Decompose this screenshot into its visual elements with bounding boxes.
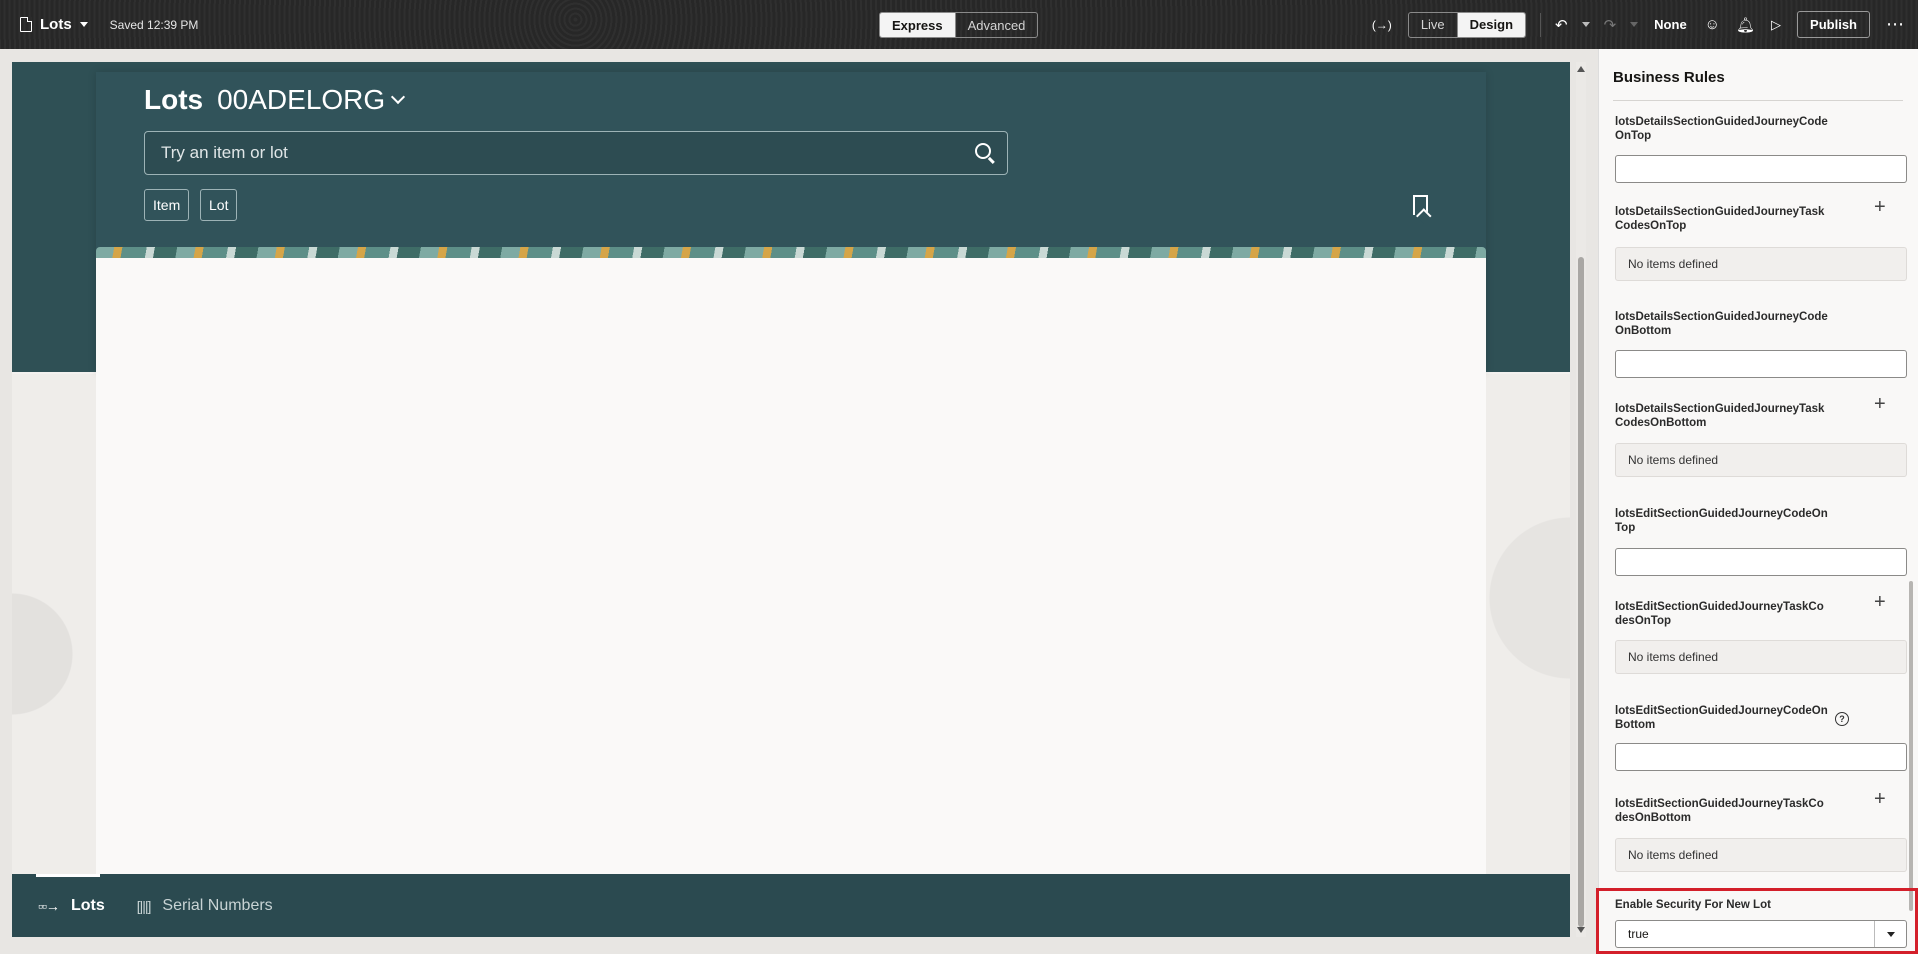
chevron-down-icon[interactable] [391,89,406,105]
page-title-main: Lots [144,84,204,115]
barcode-icon: [|||] [136,897,152,914]
organization-selector[interactable]: 00ADELORG [217,84,385,116]
document-icon [20,17,32,32]
nav-tab-lots[interactable]: ▫▫→ Lots [38,897,105,915]
empty-list: No items defined [1615,838,1907,872]
content-panel [96,258,1486,874]
page-switcher[interactable]: Lots Saved 12:39 PM [20,0,198,49]
top-toolbar: Lots Saved 12:39 PM Express Advanced (→)… [0,0,1918,49]
property-input[interactable] [1615,350,1907,378]
mode-toggle: Express Advanced [879,12,1039,38]
variables-icon[interactable]: (→) [1372,18,1392,32]
undo-history-chevron-icon[interactable] [1581,22,1590,27]
view-toggle: Live Design [1407,11,1527,38]
panel-scrollbar-thumb[interactable] [1909,581,1913,911]
redo-icon[interactable]: ↷ [1604,16,1617,34]
toolbar-right: (→) Live Design ↶ ↷ None ☺ 🔔︎ ▷ Publish … [1364,0,1918,49]
property-input[interactable] [1615,743,1907,771]
preview-play-icon[interactable]: ▷ [1771,17,1781,33]
search-icon[interactable] [975,143,991,159]
property-label: lotsDetailsSectionGuidedJourneyTaskCodes… [1615,403,1825,429]
mode-advanced-button[interactable]: Advanced [954,13,1038,37]
chevron-down-icon[interactable] [79,22,88,27]
property-input[interactable] [1615,155,1907,183]
business-rules-panel: Business Rules lotsDetailsSectionGuidedJ… [1598,49,1918,954]
empty-list: No items defined [1615,443,1907,477]
property-label: lotsEditSectionGuidedJourneyCodeOnBottom [1615,705,1828,731]
page-variant-selector[interactable]: None [1654,17,1687,32]
filter-chip-lot[interactable]: Lot [200,189,238,221]
add-item-icon[interactable]: + [1874,197,1886,217]
search-placeholder: Try an item or lot [161,143,288,162]
page-title: Lots 00ADELORG [144,84,406,116]
empty-list: No items defined [1615,247,1907,281]
property-input[interactable] [1615,548,1907,576]
panel-divider [1613,100,1903,101]
publish-button[interactable]: Publish [1797,11,1870,38]
scrollbar-thumb[interactable] [1578,257,1584,927]
property-label: lotsDetailsSectionGuidedJourneyTaskCodes… [1615,206,1825,232]
redo-history-chevron-icon[interactable] [1630,22,1639,27]
nav-tab-lots-label: Lots [70,896,105,914]
lots-icon: ▫▫→ [38,897,60,914]
panel-title: Business Rules [1613,69,1725,86]
canvas-scrollbar[interactable] [1576,62,1586,937]
nav-tab-serial-numbers-label: Serial Numbers [162,896,273,914]
scroll-down-icon[interactable] [1577,927,1585,933]
mode-express-button[interactable]: Express [880,13,955,37]
saved-status: Saved 12:39 PM [109,17,199,32]
nav-tab-serial-numbers[interactable]: [|||] Serial Numbers [137,897,273,915]
smiley-icon[interactable]: ☺ [1705,16,1720,33]
add-item-icon[interactable]: + [1874,789,1886,809]
design-canvas: Lots 00ADELORG Try an item or lot Item L… [12,62,1570,937]
view-design-button[interactable]: Design [1456,12,1526,37]
add-item-icon[interactable]: + [1874,394,1886,414]
page-name: Lots [40,16,72,33]
item-lot-search-input[interactable]: Try an item or lot [144,131,1008,175]
toolbar-divider [1540,12,1542,37]
property-label: lotsEditSectionGuidedJourneyCodeOnTop [1615,508,1828,534]
add-item-icon[interactable]: + [1874,592,1886,612]
property-label: lotsEditSectionGuidedJourneyTaskCodesOnB… [1615,798,1824,824]
property-label: lotsDetailsSectionGuidedJourneyCodeOnTop [1615,116,1828,142]
filter-chip-item[interactable]: Item [144,189,190,221]
view-live-button[interactable]: Live [1409,13,1457,37]
highlight-box [1596,888,1918,954]
bookmark-icon[interactable] [1413,195,1428,215]
active-tab-indicator [36,874,100,877]
bell-icon[interactable]: 🔔︎ [1736,16,1755,34]
scroll-up-icon[interactable] [1577,66,1585,72]
panel-scrollbar[interactable] [1907,101,1915,921]
empty-list: No items defined [1615,640,1907,674]
bottom-navigation: ▫▫→ Lots [|||] Serial Numbers [12,874,1570,937]
property-label: lotsEditSectionGuidedJourneyTaskCodesOnT… [1615,601,1824,627]
property-label: lotsDetailsSectionGuidedJourneyCodeOnBot… [1615,311,1828,337]
undo-icon[interactable]: ↶ [1555,16,1568,34]
help-icon[interactable]: ? [1835,712,1849,726]
more-options-icon[interactable]: ⋯ [1886,14,1904,35]
